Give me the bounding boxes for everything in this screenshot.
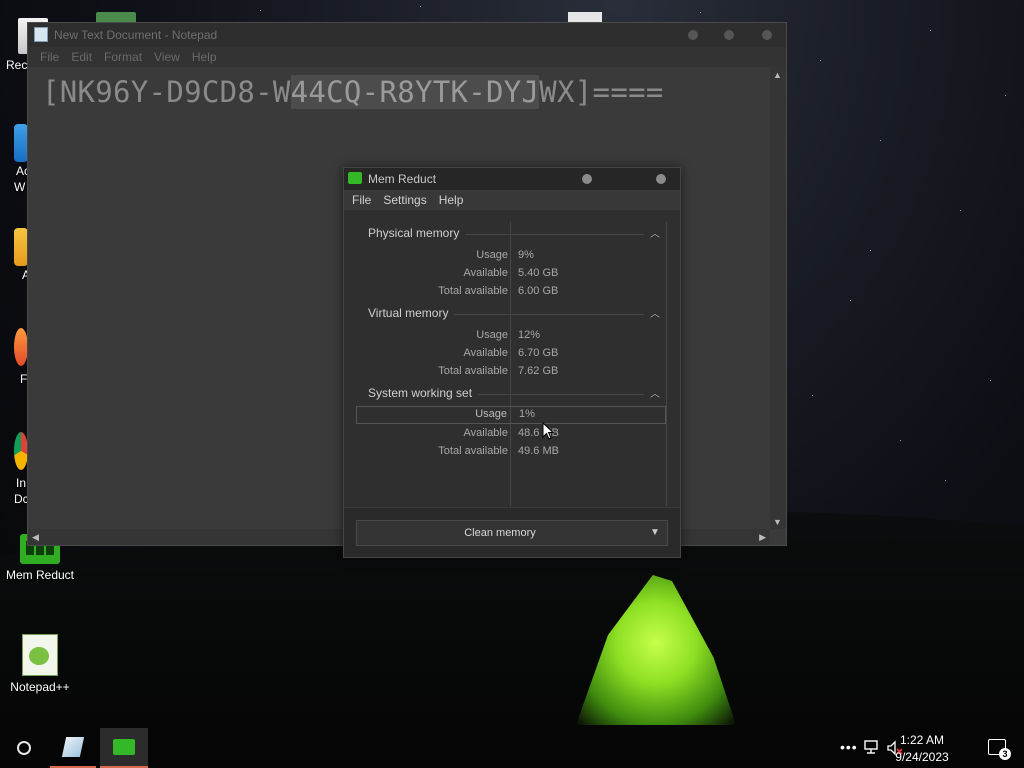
group-virtual-memory[interactable]: Virtual memory ︿ bbox=[368, 306, 666, 324]
more-dots-icon: ••• bbox=[840, 739, 858, 755]
clock-date: 9/24/2023 bbox=[895, 750, 949, 764]
mem-reduct-footer: Clean memory ▼ bbox=[344, 507, 680, 557]
selected-text: 44CQ-R8YTK-DYJ bbox=[290, 75, 540, 109]
list-border bbox=[666, 222, 667, 506]
list-item-selected[interactable]: Usage 1% bbox=[356, 406, 666, 424]
clock-time: 1:22 AM bbox=[899, 733, 945, 747]
system-clock[interactable]: 1:22 AM 9/24/2023 bbox=[882, 732, 962, 766]
list-item[interactable]: Total available 49.6 MB bbox=[356, 444, 666, 460]
row-key: Usage bbox=[476, 249, 508, 261]
row-key: Available bbox=[463, 347, 508, 359]
row-key: Total available bbox=[438, 365, 508, 377]
minimize-button[interactable] bbox=[688, 30, 698, 40]
mem-reduct-title: Mem Reduct bbox=[368, 172, 437, 186]
scroll-right-arrow-icon[interactable]: ▶ bbox=[759, 532, 766, 542]
mem-reduct-window: Mem Reduct File Settings Help Physical m… bbox=[343, 167, 681, 558]
group-title: System working set bbox=[368, 386, 479, 400]
text-before-selection: [NK96Y-D9CD8-W bbox=[42, 75, 291, 109]
list-item[interactable]: Total available 6.00 GB bbox=[356, 284, 666, 300]
row-key: Usage bbox=[476, 329, 508, 341]
menu-file[interactable]: File bbox=[34, 47, 65, 67]
row-value: 6.70 GB bbox=[518, 347, 559, 359]
vertical-scrollbar[interactable]: ▲ ▼ bbox=[770, 67, 786, 529]
show-hidden-icons[interactable]: ••• bbox=[838, 728, 858, 768]
notepad-titlebar[interactable]: New Text Document - Notepad bbox=[28, 23, 786, 47]
row-value: 7.62 GB bbox=[518, 365, 559, 377]
maximize-button[interactable] bbox=[724, 30, 734, 40]
notepad-icon bbox=[61, 737, 85, 757]
mem-reduct-menubar: File Settings Help bbox=[344, 190, 680, 210]
text-after-selection: WX]==== bbox=[539, 75, 664, 109]
menu-file[interactable]: File bbox=[346, 190, 377, 210]
notepad-title: New Text Document - Notepad bbox=[54, 28, 218, 42]
mem-reduct-app-icon bbox=[348, 172, 362, 184]
mem-reduct-icon bbox=[113, 739, 135, 755]
desktop-icon-label: W bbox=[14, 180, 26, 194]
desktop-icon-label: In bbox=[16, 476, 27, 490]
close-button[interactable] bbox=[762, 30, 772, 40]
taskbar-mem-reduct[interactable] bbox=[100, 728, 148, 768]
mouse-pointer-icon bbox=[542, 422, 554, 440]
scroll-up-arrow-icon[interactable]: ▲ bbox=[773, 70, 782, 80]
group-title: Physical memory bbox=[368, 226, 466, 240]
row-key: Total available bbox=[438, 445, 508, 457]
clean-memory-button[interactable]: Clean memory ▼ bbox=[356, 520, 668, 546]
desktop-icon-notepad-plus-plus[interactable]: Notepad++ bbox=[0, 634, 80, 694]
notification-center-icon[interactable]: 3 bbox=[988, 739, 1011, 760]
firefox-icon[interactable] bbox=[14, 328, 28, 366]
app-icon-partial[interactable] bbox=[14, 228, 28, 266]
notepad-icon bbox=[34, 27, 48, 42]
row-key: Available bbox=[463, 427, 508, 439]
row-value: 1% bbox=[519, 408, 535, 420]
list-item[interactable]: Usage 9% bbox=[356, 248, 666, 264]
scroll-down-arrow-icon[interactable]: ▼ bbox=[773, 517, 782, 527]
chevron-up-icon[interactable]: ︿ bbox=[650, 225, 660, 240]
row-value: 49.6 MB bbox=[518, 445, 559, 457]
app-icon-partial[interactable] bbox=[14, 124, 28, 162]
row-key: Total available bbox=[438, 285, 508, 297]
notepad-content: [NK96Y-D9CD8-W44CQ-R8YTK-DYJWX]==== bbox=[42, 75, 664, 109]
menu-edit[interactable]: Edit bbox=[65, 47, 98, 67]
memory-info-list: Physical memory ︿ Usage 9% Available 5.4… bbox=[356, 220, 668, 506]
network-icon[interactable] bbox=[864, 740, 882, 756]
row-value: 12% bbox=[518, 329, 541, 341]
list-item[interactable]: Available 48.6 MB bbox=[356, 426, 666, 442]
dropdown-arrow-icon[interactable]: ▼ bbox=[643, 521, 667, 545]
notepad-plus-plus-icon bbox=[22, 634, 58, 676]
menu-view[interactable]: View bbox=[148, 47, 186, 67]
list-item[interactable]: Available 5.40 GB bbox=[356, 266, 666, 282]
group-system-working-set[interactable]: System working set ︿ bbox=[368, 386, 666, 404]
row-key: Usage bbox=[475, 408, 507, 420]
menu-format[interactable]: Format bbox=[98, 47, 148, 67]
mem-reduct-titlebar[interactable]: Mem Reduct bbox=[344, 168, 680, 190]
group-physical-memory[interactable]: Physical memory ︿ bbox=[368, 226, 666, 244]
start-button[interactable] bbox=[0, 728, 48, 768]
taskbar-notepad[interactable] bbox=[50, 728, 96, 768]
row-value: 5.40 GB bbox=[518, 267, 559, 279]
chevron-up-icon[interactable]: ︿ bbox=[650, 385, 660, 400]
notepad-menubar: File Edit Format View Help bbox=[28, 47, 786, 67]
list-item[interactable]: Usage 12% bbox=[356, 328, 666, 344]
menu-help[interactable]: Help bbox=[186, 47, 223, 67]
close-button[interactable] bbox=[656, 174, 666, 184]
list-item[interactable]: Available 6.70 GB bbox=[356, 346, 666, 362]
row-key: Available bbox=[463, 267, 508, 279]
taskbar: ••• 1:22 AM 9/24/2023 3 bbox=[0, 728, 1024, 768]
start-ring-icon bbox=[17, 741, 31, 755]
menu-help[interactable]: Help bbox=[433, 190, 470, 210]
list-item[interactable]: Total available 7.62 GB bbox=[356, 364, 666, 380]
group-title: Virtual memory bbox=[368, 306, 455, 320]
notification-badge: 3 bbox=[999, 748, 1011, 760]
row-value: 6.00 GB bbox=[518, 285, 559, 297]
scroll-left-arrow-icon[interactable]: ◀ bbox=[32, 532, 39, 542]
clean-memory-label: Clean memory bbox=[464, 527, 536, 539]
chrome-icon[interactable] bbox=[14, 432, 28, 470]
row-value: 9% bbox=[518, 249, 534, 261]
minimize-button[interactable] bbox=[582, 174, 592, 184]
menu-settings[interactable]: Settings bbox=[377, 190, 432, 210]
chevron-up-icon[interactable]: ︿ bbox=[650, 305, 660, 320]
